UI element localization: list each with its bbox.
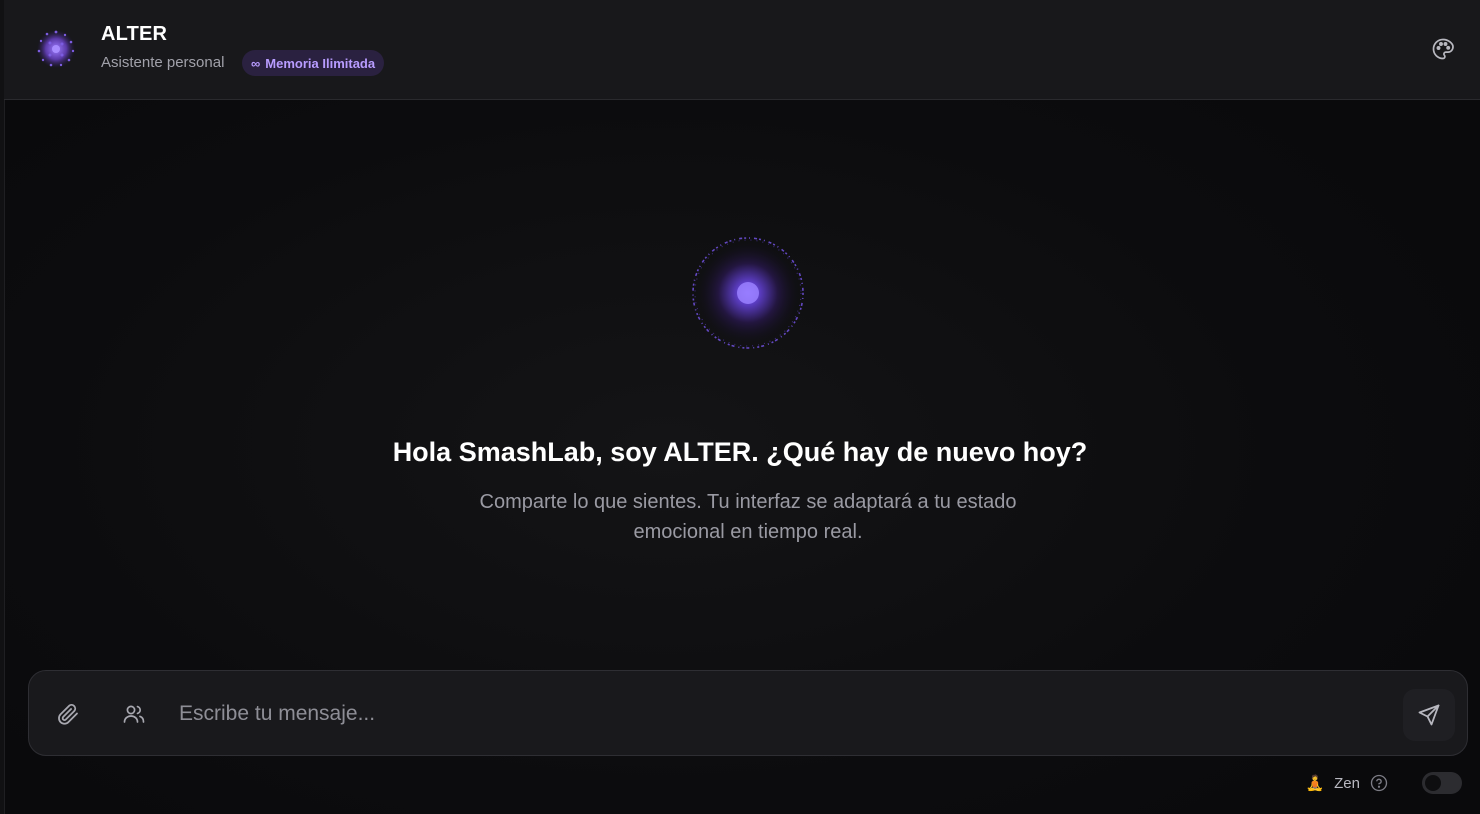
paperclip-icon (58, 704, 78, 725)
message-input[interactable] (177, 693, 1381, 735)
glowing-orb-icon (688, 233, 808, 353)
users-icon (123, 705, 145, 723)
meditation-icon: 🧘 (1305, 775, 1325, 792)
message-composer (28, 670, 1468, 756)
zen-label: Zen (1334, 774, 1360, 792)
infinity-icon: ∞ (251, 55, 261, 71)
app-title: ALTER (101, 23, 168, 45)
memory-badge: ∞ Memoria Ilimitada (242, 50, 385, 76)
help-circle-icon[interactable] (1370, 774, 1388, 792)
app-subtitle: Asistente personal (101, 54, 225, 71)
contacts-button[interactable] (121, 701, 147, 727)
greeting-heading: Hola SmashLab, soy ALTER. ¿Qué hay de nu… (392, 437, 1088, 467)
theme-palette-button[interactable] (1430, 36, 1456, 62)
palette-icon (1432, 38, 1454, 60)
zen-mode-control: 🧘 Zen (1305, 770, 1462, 796)
send-button[interactable] (1403, 689, 1455, 741)
attach-button[interactable] (55, 701, 81, 727)
header: ALTER Asistente personal ∞ Memoria Ilimi… (4, 0, 1480, 100)
send-icon (1418, 704, 1440, 726)
zen-toggle[interactable] (1422, 772, 1462, 794)
app-window: ALTER Asistente personal ∞ Memoria Ilimi… (0, 0, 1480, 814)
toggle-knob (1425, 775, 1441, 791)
greeting-description: Comparte lo que sientes. Tu interfaz se … (479, 491, 1017, 543)
left-rail (0, 0, 5, 814)
purple-particle-sphere-icon (34, 27, 78, 71)
memory-badge-label: Memoria Ilimitada (265, 55, 376, 71)
